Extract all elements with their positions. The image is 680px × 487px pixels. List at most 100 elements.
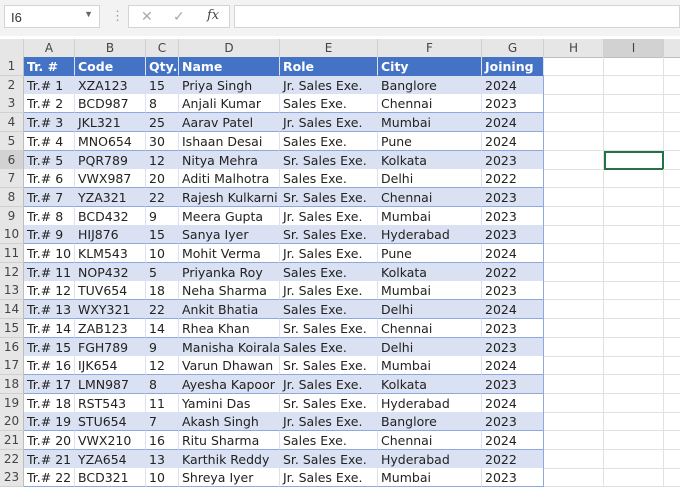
cell[interactable] bbox=[544, 131, 604, 151]
cell[interactable] bbox=[544, 318, 604, 338]
cell[interactable]: Akash Singh bbox=[179, 412, 280, 432]
cell[interactable]: Tr.# 8 bbox=[24, 206, 75, 226]
cell[interactable]: 2023 bbox=[482, 225, 544, 245]
cell[interactable] bbox=[664, 468, 680, 487]
cell[interactable]: 9 bbox=[146, 337, 179, 357]
cancel-icon[interactable]: ✕ bbox=[141, 8, 153, 25]
cell[interactable]: Ayesha Kapoor bbox=[179, 374, 280, 394]
cell[interactable]: Sales Exe. bbox=[280, 94, 378, 114]
row-header[interactable]: 17 bbox=[0, 356, 24, 376]
table-header-cell[interactable]: Qty. bbox=[146, 57, 179, 76]
cell[interactable]: Jr. Sales Exe. bbox=[280, 75, 378, 95]
cell[interactable]: Hyderabad bbox=[378, 225, 482, 245]
cell[interactable]: Sr. Sales Exe. bbox=[280, 356, 378, 376]
cell[interactable] bbox=[544, 94, 604, 114]
cell[interactable] bbox=[604, 356, 664, 376]
cell[interactable]: Tr.# 6 bbox=[24, 169, 75, 189]
cell[interactable]: Nitya Mehra bbox=[179, 150, 280, 170]
cell[interactable]: Tr.# 4 bbox=[24, 131, 75, 151]
cell[interactable]: Tr.# 20 bbox=[24, 431, 75, 450]
cell[interactable] bbox=[604, 337, 664, 357]
cell[interactable]: Shreya Iyer bbox=[179, 468, 280, 487]
cell[interactable]: Delhi bbox=[378, 169, 482, 189]
cell[interactable] bbox=[664, 375, 680, 394]
cell[interactable]: 30 bbox=[146, 131, 179, 151]
cell[interactable]: Tr.# 11 bbox=[24, 262, 75, 282]
cell[interactable]: Priya Singh bbox=[179, 75, 280, 95]
name-box[interactable]: I6 ▼ bbox=[4, 5, 100, 28]
cell[interactable]: 25 bbox=[146, 113, 179, 133]
cell[interactable]: Pune bbox=[378, 244, 482, 263]
cell[interactable]: 15 bbox=[146, 75, 179, 95]
cell[interactable] bbox=[604, 281, 664, 301]
cell[interactable] bbox=[544, 75, 604, 95]
row-header[interactable]: 1 bbox=[0, 57, 24, 76]
select-all-corner[interactable] bbox=[0, 39, 24, 58]
cell[interactable]: Jr. Sales Exe. bbox=[280, 412, 378, 432]
cell[interactable]: 2024 bbox=[482, 131, 544, 151]
cell[interactable] bbox=[544, 113, 604, 133]
cell[interactable] bbox=[544, 449, 604, 469]
cell[interactable]: WXY321 bbox=[75, 300, 146, 320]
cell[interactable]: Delhi bbox=[378, 337, 482, 357]
cell[interactable]: VWX987 bbox=[75, 169, 146, 189]
cell[interactable]: 5 bbox=[146, 262, 179, 282]
cell[interactable] bbox=[664, 207, 680, 226]
cell[interactable] bbox=[544, 393, 604, 413]
cell[interactable]: Hyderabad bbox=[378, 393, 482, 413]
cell[interactable] bbox=[664, 338, 680, 357]
cell[interactable] bbox=[604, 187, 664, 207]
cell[interactable] bbox=[544, 356, 604, 376]
cell[interactable]: Tr.# 14 bbox=[24, 318, 75, 338]
column-header[interactable]: B bbox=[75, 39, 146, 58]
cell[interactable]: Yamini Das bbox=[179, 393, 280, 413]
row-header[interactable]: 10 bbox=[0, 225, 24, 245]
cell[interactable]: Sales Exe. bbox=[280, 431, 378, 450]
cell[interactable] bbox=[544, 468, 604, 487]
cell[interactable] bbox=[604, 262, 664, 282]
row-header[interactable]: 7 bbox=[0, 169, 24, 189]
cell[interactable]: Rajesh Kulkarni bbox=[179, 187, 280, 207]
table-header-cell[interactable]: Joining bbox=[482, 57, 544, 76]
cell[interactable]: Banglore bbox=[378, 412, 482, 432]
cell[interactable]: 15 bbox=[146, 225, 179, 245]
cell[interactable] bbox=[544, 431, 604, 450]
row-header[interactable]: 6 bbox=[0, 150, 24, 170]
cell[interactable] bbox=[664, 225, 680, 245]
cell[interactable] bbox=[664, 412, 680, 432]
cell[interactable]: Delhi bbox=[378, 300, 482, 320]
cell[interactable]: 2022 bbox=[482, 262, 544, 282]
cell[interactable]: HIJ876 bbox=[75, 225, 146, 245]
cell[interactable]: Sanya Iyer bbox=[179, 225, 280, 245]
cell[interactable] bbox=[604, 318, 664, 338]
cell[interactable]: Karthik Reddy bbox=[179, 449, 280, 469]
cell[interactable]: Ritu Sharma bbox=[179, 431, 280, 450]
cell[interactable] bbox=[664, 450, 680, 469]
row-header[interactable]: 9 bbox=[0, 206, 24, 226]
cell[interactable] bbox=[604, 75, 664, 95]
cell[interactable]: Tr.# 1 bbox=[24, 75, 75, 95]
cell[interactable]: BCD321 bbox=[75, 468, 146, 487]
cell[interactable] bbox=[544, 300, 604, 320]
cell[interactable]: 12 bbox=[146, 356, 179, 376]
column-header[interactable]: F bbox=[378, 39, 482, 58]
table-header-cell[interactable]: Code bbox=[75, 57, 146, 76]
cell[interactable]: JKL321 bbox=[75, 113, 146, 133]
cell[interactable]: Chennai bbox=[378, 318, 482, 338]
cell[interactable]: 16 bbox=[146, 431, 179, 450]
cell[interactable]: 2024 bbox=[482, 356, 544, 376]
cell[interactable]: Priyanka Roy bbox=[179, 262, 280, 282]
insert-function-icon[interactable]: fx bbox=[207, 8, 219, 23]
cell[interactable]: Sales Exe. bbox=[280, 337, 378, 357]
cell[interactable]: Tr.# 21 bbox=[24, 449, 75, 469]
cell[interactable]: Rhea Khan bbox=[179, 318, 280, 338]
cell[interactable]: Chennai bbox=[378, 431, 482, 450]
cell[interactable]: LMN987 bbox=[75, 374, 146, 394]
row-header[interactable]: 16 bbox=[0, 337, 24, 357]
cell[interactable]: Aditi Malhotra bbox=[179, 169, 280, 189]
cell[interactable]: Tr.# 9 bbox=[24, 225, 75, 245]
cell[interactable] bbox=[664, 113, 680, 133]
cell[interactable]: 12 bbox=[146, 150, 179, 170]
cell[interactable]: PQR789 bbox=[75, 150, 146, 170]
cell[interactable] bbox=[664, 169, 680, 189]
